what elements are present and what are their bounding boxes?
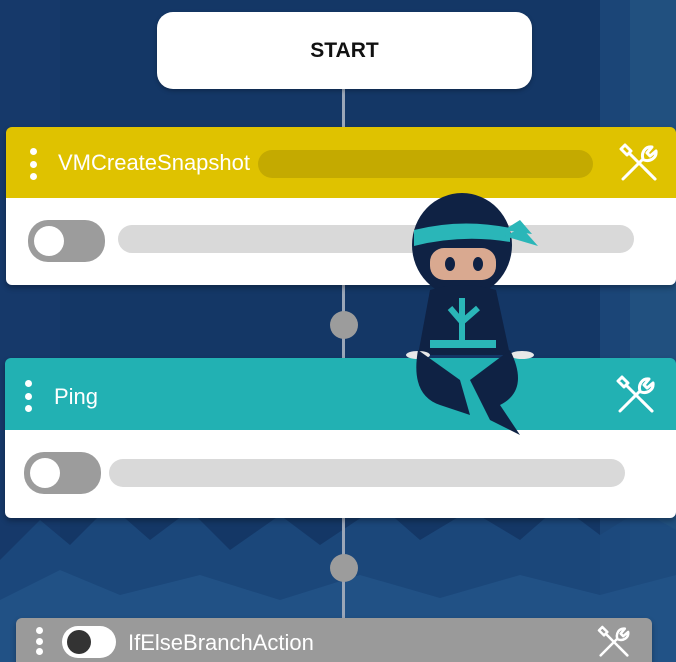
toggle-knob bbox=[34, 226, 64, 256]
toggle-knob bbox=[30, 458, 60, 488]
step-parameter-bar[interactable] bbox=[109, 459, 625, 487]
step-title: VMCreateSnapshot bbox=[58, 150, 250, 175]
step-card-header: VMCreateSnapshot bbox=[6, 127, 676, 198]
wrench-screwdriver-icon[interactable] bbox=[594, 622, 634, 662]
start-label: START bbox=[310, 38, 379, 62]
flow-add-node[interactable] bbox=[330, 311, 358, 339]
step-card-ping[interactable]: Ping bbox=[5, 358, 676, 518]
step-parameter-bar[interactable] bbox=[118, 225, 634, 253]
wrench-screwdriver-icon[interactable] bbox=[615, 139, 663, 187]
step-card-ifelsebranchaction[interactable]: IfElseBranchAction bbox=[16, 618, 652, 662]
step-enabled-toggle[interactable] bbox=[28, 220, 105, 262]
step-card-vmcreatesnapshot[interactable]: VMCreateSnapshot bbox=[6, 127, 676, 285]
drag-handle-icon[interactable] bbox=[23, 380, 33, 412]
ninja-mascot bbox=[406, 193, 538, 435]
drag-handle-icon[interactable] bbox=[34, 627, 44, 655]
step-card-body bbox=[6, 198, 676, 285]
flow-add-node[interactable] bbox=[330, 554, 358, 582]
drag-handle-icon[interactable] bbox=[28, 148, 38, 180]
toggle-knob bbox=[67, 630, 91, 654]
step-title: Ping bbox=[54, 384, 99, 409]
step-enabled-toggle[interactable] bbox=[24, 452, 101, 494]
step-enabled-toggle[interactable] bbox=[62, 626, 116, 658]
step-card-header: Ping bbox=[5, 358, 676, 430]
wrench-screwdriver-icon[interactable] bbox=[612, 371, 660, 419]
step-card-body bbox=[5, 430, 676, 518]
step-title-bar bbox=[258, 150, 593, 178]
start-node[interactable]: START bbox=[157, 12, 532, 89]
step-title: IfElseBranchAction bbox=[128, 630, 314, 655]
